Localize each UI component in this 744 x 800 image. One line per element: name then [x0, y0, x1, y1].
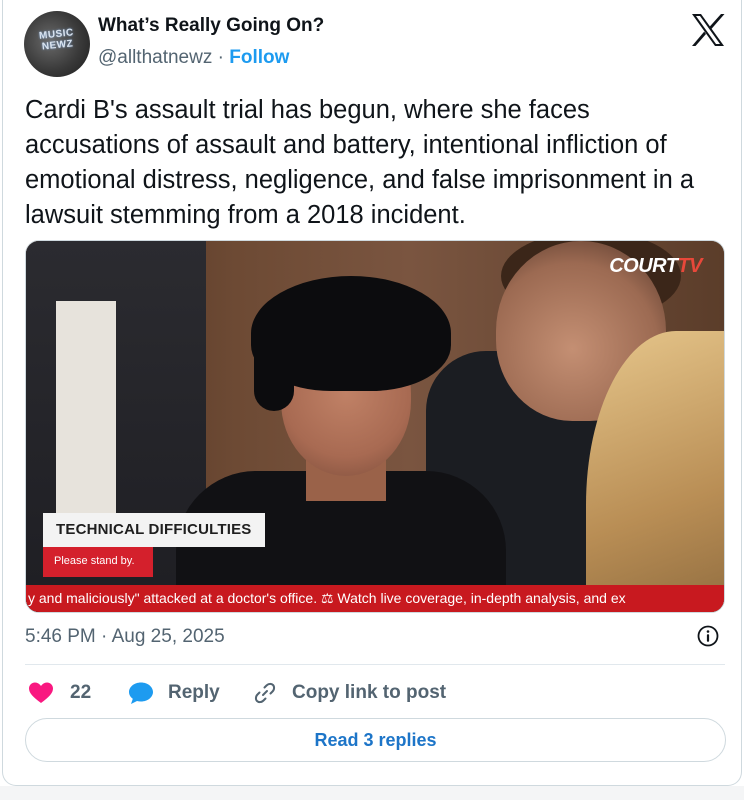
woman-hair-side-shape	[254, 351, 294, 411]
avatar-logo-text: MUSIC NEWZ	[38, 27, 75, 53]
follow-link[interactable]: Follow	[229, 47, 289, 68]
like-count[interactable]: 22	[70, 682, 91, 704]
read-replies-button[interactable]: Read 3 replies	[25, 718, 726, 762]
x-logo-icon[interactable]	[690, 13, 726, 47]
standby-banner: Please stand by.	[43, 547, 153, 577]
banner-title: TECHNICAL DIFFICULTIES	[56, 521, 252, 538]
divider	[25, 664, 725, 665]
news-ticker: y and maliciously" attacked at a doctor'…	[26, 585, 724, 612]
reply-button[interactable]: Reply	[168, 682, 220, 704]
handle-separator: ·	[217, 47, 224, 68]
avatar[interactable]: MUSIC NEWZ	[24, 11, 90, 77]
page-bottom-strip	[0, 786, 744, 800]
tweet-text: Cardi B's assault trial has begun, where…	[25, 96, 695, 229]
tweet-media-image[interactable]: COURTTV TECHNICAL DIFFICULTIES Please st…	[25, 240, 725, 613]
banner-subtitle: Please stand by.	[54, 555, 135, 567]
court-logo-text: COURT	[609, 255, 678, 277]
author-handle[interactable]: @allthatnewz	[98, 47, 212, 68]
read-replies-label: Read 3 replies	[314, 730, 437, 750]
info-icon[interactable]	[697, 625, 719, 647]
timestamp[interactable]: 5:46 PM · Aug 25, 2025	[25, 626, 225, 648]
copy-link-button[interactable]: Copy link to post	[292, 682, 446, 704]
author-name[interactable]: What’s Really Going On?	[98, 15, 324, 37]
reply-bubble-icon[interactable]	[128, 681, 154, 705]
heart-icon[interactable]	[28, 681, 54, 705]
court-tv-logo: COURTTV	[609, 255, 702, 278]
technical-difficulties-banner: TECHNICAL DIFFICULTIES	[43, 513, 265, 547]
link-icon[interactable]	[253, 681, 277, 705]
court-logo-tv: TV	[677, 255, 702, 277]
author-handle-row: @allthatnewz · Follow	[98, 47, 289, 69]
ticker-text: y and maliciously" attacked at a doctor'…	[28, 590, 626, 606]
